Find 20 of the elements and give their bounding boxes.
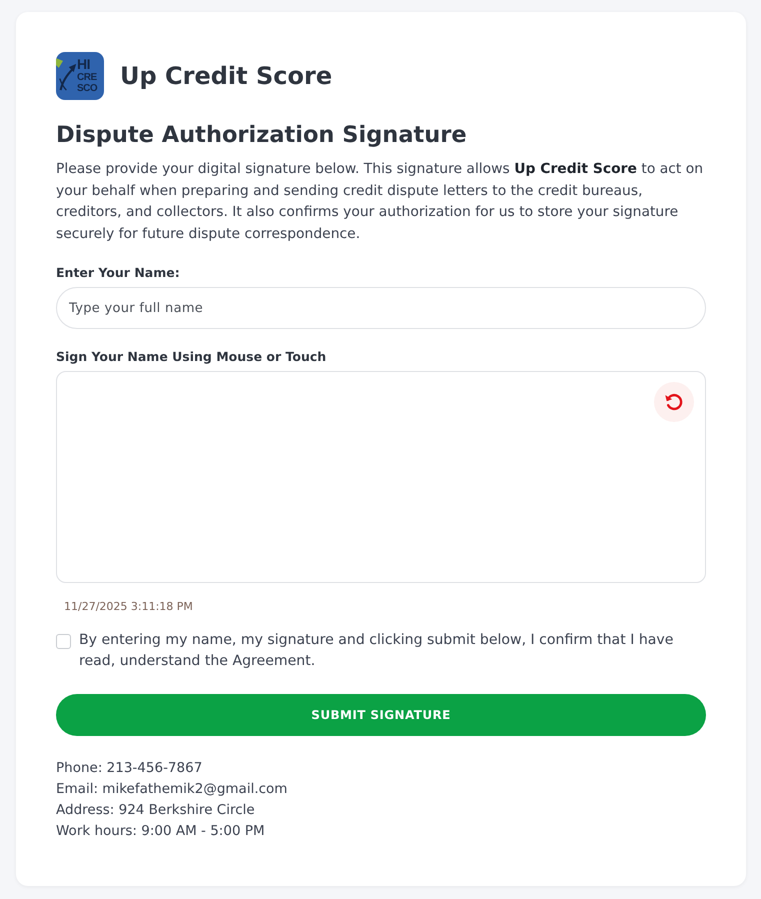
logo-text: HI xyxy=(77,57,90,72)
submit-signature-button[interactable]: SUBMIT SIGNATURE xyxy=(56,694,706,736)
field-label: Enter Your Name: xyxy=(56,265,181,281)
contact-info-text: Address: 924 Berkshire Circle xyxy=(56,801,255,820)
intro-paragraph: Please provide your digital signature below. This signature allows Up Credit Score to act on your behalf when preparing and sending credit dispute letters to the credit bureaus, creditors, and collectors. It also confirms your authorization for us to store your signature securely for future dispute correspondence. xyxy=(56,160,704,244)
contact-info-text: Work hours: 9:00 AM - 5:00 PM xyxy=(56,822,265,841)
page-heading: Dispute Authorization Signature xyxy=(56,121,468,150)
field-label: Sign Your Name Using Mouse or Touch xyxy=(56,349,328,365)
name-input-field[interactable]: Type your full name xyxy=(56,287,706,329)
logo-text: SCO xyxy=(77,83,98,94)
contact-info-text: Email: mikefathemik2@gmail.com xyxy=(56,780,288,799)
agreement-text: By entering my name, my signature and clicking submit below, I confirm that I have read, understand the Agreement. xyxy=(79,631,674,671)
brand-name: Up Credit Score xyxy=(120,62,332,90)
signature-timestamp: 11/27/2025 3:11:18 PM xyxy=(64,600,194,614)
undo-icon xyxy=(663,391,685,413)
reset-button[interactable] xyxy=(654,382,694,422)
agreement-checkbox[interactable] xyxy=(56,634,71,649)
logo-text: CRE xyxy=(77,72,97,83)
wedge-icon xyxy=(56,58,63,68)
contact-info-text: Phone: 213-456-7867 xyxy=(56,759,202,778)
